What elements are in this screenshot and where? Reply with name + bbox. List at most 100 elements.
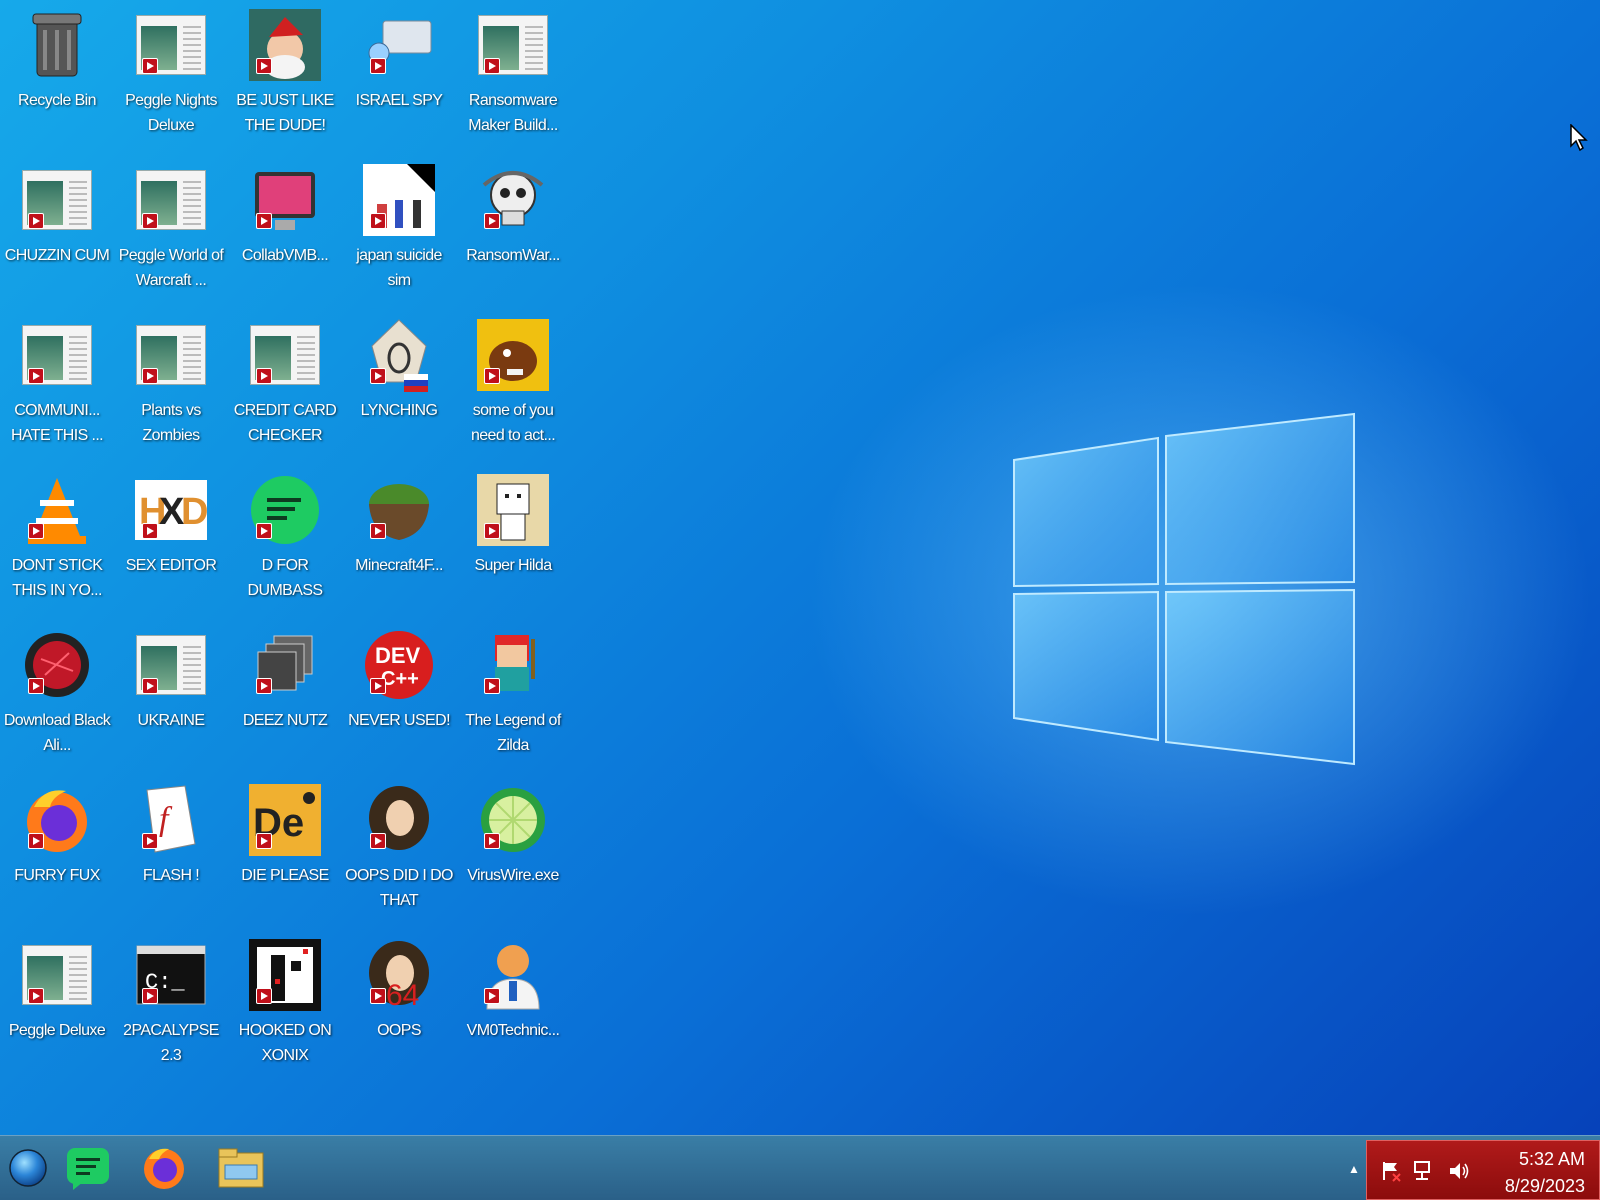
desktop-icon-peggle-world-of-warcraft[interactable]: Peggle World of Warcraft ... bbox=[114, 159, 228, 314]
desktop-icon-plants-vs-zombies[interactable]: Plants vs Zombies bbox=[114, 314, 228, 469]
shortcut-arrow-icon bbox=[142, 678, 158, 694]
green-chat-icon bbox=[67, 1148, 109, 1190]
desktop-icon-label: Recycle Bin bbox=[18, 92, 96, 109]
app-window-icon bbox=[134, 8, 208, 82]
dev-cpp-icon: DEV C++ bbox=[362, 628, 436, 702]
taskbar: ▲ 5:32 AM 8/29/2023 bbox=[0, 1135, 1600, 1200]
desktop-icon-peggle-nights-deluxe[interactable]: Peggle Nights Deluxe bbox=[114, 4, 228, 159]
desktop-icon-be-just-like-the-dude[interactable]: BE JUST LIKE THE DUDE! bbox=[228, 4, 342, 159]
shortcut-arrow-icon bbox=[256, 988, 272, 1004]
desktop-icon-super-hilda[interactable]: Super Hilda bbox=[456, 469, 570, 624]
app-window-icon bbox=[20, 318, 94, 392]
desktop-icon-deez-nutz[interactable]: DEEZ NUTZ bbox=[228, 624, 342, 779]
desktop-icon-label: SEX EDITOR bbox=[125, 557, 217, 574]
desktop-icon-label: DEEZ NUTZ bbox=[242, 712, 328, 729]
taskbar-chat-app[interactable] bbox=[60, 1142, 116, 1194]
desktop-icon-download-black-ali[interactable]: Download Black Ali... bbox=[0, 624, 114, 779]
desktop-icon-label: DIE PLEASE bbox=[241, 867, 329, 884]
recycle-bin-icon bbox=[20, 8, 94, 82]
svg-text:64: 64 bbox=[386, 979, 419, 1011]
desktop-icon-furry-fux[interactable]: FURRY FUX bbox=[0, 779, 114, 934]
shortcut-arrow-icon bbox=[142, 833, 158, 849]
desktop-icon-label: FLASH ! bbox=[142, 867, 200, 884]
desktop-icon-hooked-on-xonix[interactable]: HOOKED ON XONIX bbox=[228, 934, 342, 1089]
start-button[interactable] bbox=[0, 1142, 56, 1194]
app-window-icon bbox=[20, 938, 94, 1012]
desktop-icon-label: Peggle Nights Deluxe bbox=[125, 92, 217, 134]
shortcut-arrow-icon bbox=[142, 213, 158, 229]
desktop-icon-never-used[interactable]: DEV C++ NEVER USED! bbox=[342, 624, 456, 779]
volume-icon[interactable] bbox=[1447, 1159, 1471, 1183]
doctor-icon bbox=[476, 938, 550, 1012]
desktop-icon-peggle-deluxe[interactable]: Peggle Deluxe bbox=[0, 934, 114, 1089]
desktop-icon-credit-card-checker[interactable]: CREDIT CARD CHECKER bbox=[228, 314, 342, 469]
shortcut-arrow-icon bbox=[256, 213, 272, 229]
desktop-icon-vm0technic[interactable]: VM0Technic... bbox=[456, 934, 570, 1089]
desktop-icon-flash[interactable]: f FLASH ! bbox=[114, 779, 228, 934]
network-monitor-icon bbox=[362, 8, 436, 82]
show-hidden-icons-button[interactable]: ▲ bbox=[1348, 1162, 1360, 1176]
skull-icon bbox=[476, 163, 550, 237]
desktop-icon-chuzzin-cum[interactable]: CHUZZIN CUM bbox=[0, 159, 114, 314]
shortcut-arrow-icon bbox=[142, 523, 158, 539]
desktop-icon-lynching[interactable]: LYNCHING bbox=[342, 314, 456, 469]
clock-date[interactable]: 8/29/2023 bbox=[1505, 1176, 1585, 1197]
action-center-flag-icon[interactable] bbox=[1379, 1159, 1403, 1183]
desktop-icon-label: CHUZZIN CUM bbox=[4, 247, 110, 264]
desktop-icon-label: Peggle World of Warcraft ... bbox=[118, 247, 224, 289]
svg-text:C++: C++ bbox=[381, 668, 419, 690]
lime-icon bbox=[476, 783, 550, 857]
clock-time[interactable]: 5:32 AM bbox=[1519, 1149, 1585, 1170]
taskbar-file-explorer[interactable] bbox=[213, 1142, 269, 1194]
shortcut-arrow-icon bbox=[370, 368, 386, 384]
desktop-icon-the-legend-of-zilda[interactable]: The Legend of Zilda bbox=[456, 624, 570, 779]
desktop-icon-2pacalypse-2-3[interactable]: C:_ 2PACALYPSE 2.3 bbox=[114, 934, 228, 1089]
desktop-icon-label: japan suicide sim bbox=[356, 247, 442, 289]
desktop-icon-label: 2PACALYPSE 2.3 bbox=[123, 1022, 219, 1064]
desktop-icon-minecraft4f[interactable]: Minecraft4F... bbox=[342, 469, 456, 624]
shortcut-arrow-icon bbox=[142, 368, 158, 384]
desktop-icon-collabvmb[interactable]: CollabVMB... bbox=[228, 159, 342, 314]
desktop-icon-label: RansomWar... bbox=[466, 247, 560, 264]
chess-pieces-icon bbox=[362, 163, 436, 237]
terminal-icon: C:_ bbox=[134, 938, 208, 1012]
desktop-icon-sex-editor[interactable]: H X D SEX EDITOR bbox=[114, 469, 228, 624]
desktop-icon-ransomware-maker-build[interactable]: Ransomware Maker Build... bbox=[456, 4, 570, 159]
shortcut-arrow-icon bbox=[484, 523, 500, 539]
desktop-icon-viruswire-exe[interactable]: VirusWire.exe bbox=[456, 779, 570, 934]
shortcut-arrow-icon bbox=[484, 833, 500, 849]
desktop-icon-ransomwar[interactable]: RansomWar... bbox=[456, 159, 570, 314]
shortcut-arrow-icon bbox=[28, 523, 44, 539]
desktop-icon-die-please[interactable]: De DIE PLEASE bbox=[228, 779, 342, 934]
desktop-icon-label: Peggle Deluxe bbox=[8, 1022, 106, 1039]
desktop-icon-ukraine[interactable]: UKRAINE bbox=[114, 624, 228, 779]
svg-text:DEV: DEV bbox=[375, 643, 421, 668]
desktop-icon-dont-stick-this-in-yo[interactable]: DONT STICK THIS IN YO... bbox=[0, 469, 114, 624]
desktop-icon-japan-suicide-sim[interactable]: japan suicide sim bbox=[342, 159, 456, 314]
desktop-icon-oops-did-i-do-that[interactable]: OOPS DID I DO THAT bbox=[342, 779, 456, 934]
portrait-64-icon: 64 bbox=[362, 938, 436, 1012]
desktop-icon-label: NEVER USED! bbox=[348, 712, 450, 729]
desktop-icon-label: ISRAEL SPY bbox=[355, 92, 443, 109]
portrait-icon bbox=[362, 783, 436, 857]
desktop-icon-recycle-bin[interactable]: Recycle Bin bbox=[0, 4, 114, 159]
desktop-icon-some-of-you-need-to-act[interactable]: some of you need to act... bbox=[456, 314, 570, 469]
desktop-icon-label: Ransomware Maker Build... bbox=[468, 92, 558, 134]
desktop-icon-label: D FOR DUMBASS bbox=[247, 557, 324, 599]
network-icon[interactable] bbox=[1413, 1159, 1437, 1183]
shortcut-arrow-icon bbox=[28, 833, 44, 849]
desktop-icon-label: BE JUST LIKE THE DUDE! bbox=[236, 92, 334, 134]
desktop-icon-oops[interactable]: 64 OOPS bbox=[342, 934, 456, 1089]
pixel-hero-icon bbox=[476, 628, 550, 702]
desktop-icon-label: Plants vs Zombies bbox=[141, 402, 201, 444]
shortcut-arrow-icon bbox=[484, 988, 500, 1004]
dog-icon bbox=[476, 318, 550, 392]
shortcut-arrow-icon bbox=[256, 678, 272, 694]
start-orb-icon bbox=[9, 1149, 47, 1187]
notification-tray: 5:32 AM 8/29/2023 bbox=[1366, 1140, 1600, 1200]
mouse-cursor-icon bbox=[1570, 124, 1588, 152]
taskbar-firefox[interactable] bbox=[136, 1142, 192, 1194]
desktop-icon-communi-hate-this[interactable]: COMMUNI... HATE THIS ... bbox=[0, 314, 114, 469]
desktop-icon-d-for-dumbass[interactable]: D FOR DUMBASS bbox=[228, 469, 342, 624]
desktop-icon-israel-spy[interactable]: ISRAEL SPY bbox=[342, 4, 456, 159]
